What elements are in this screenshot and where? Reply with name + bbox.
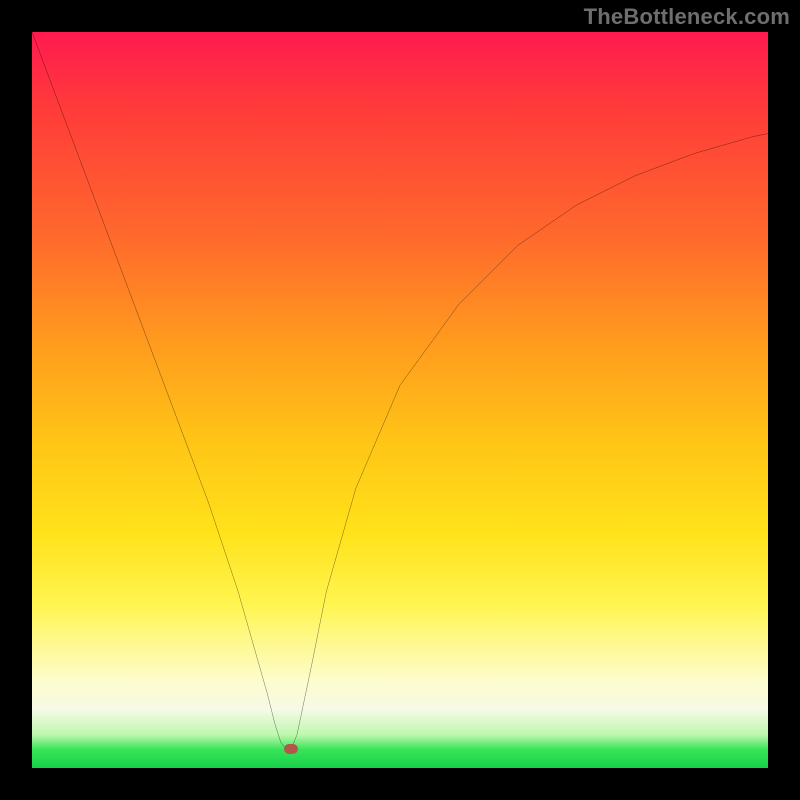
curve-vertex-marker xyxy=(284,744,298,754)
bottleneck-curve xyxy=(32,32,768,768)
watermark-text: TheBottleneck.com xyxy=(584,4,790,30)
chart-frame: TheBottleneck.com xyxy=(0,0,800,800)
plot-area xyxy=(32,32,768,768)
